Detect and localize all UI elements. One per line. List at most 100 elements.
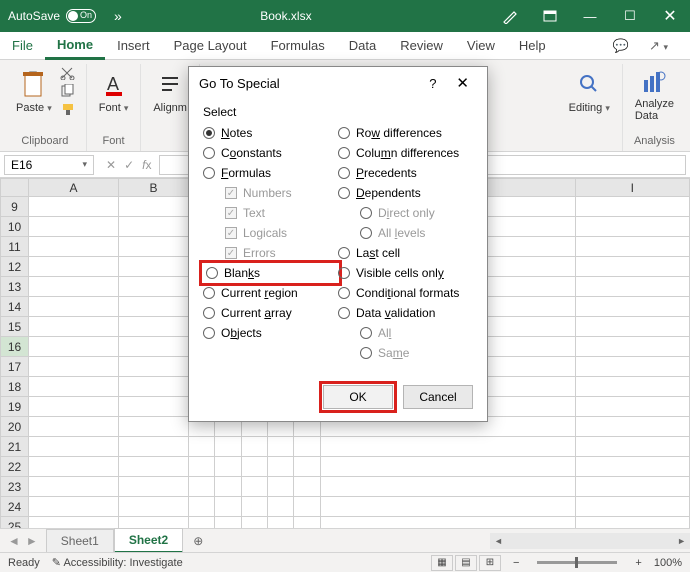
view-normal-icon[interactable]: ▦ <box>431 555 453 571</box>
radio-constants[interactable]: Coonstants <box>203 145 338 161</box>
radio-blanks[interactable]: Blanks <box>206 265 335 281</box>
radio-formulas[interactable]: Formulas <box>203 165 338 181</box>
row-header[interactable]: 22 <box>1 457 29 477</box>
cancel-button[interactable]: Cancel <box>403 385 473 409</box>
radio-dependents[interactable]: Dependents <box>338 185 473 201</box>
sheet-tab-1[interactable]: Sheet1 <box>46 529 114 552</box>
row-header[interactable]: 13 <box>1 277 29 297</box>
dialog-title: Go To Special <box>199 76 280 91</box>
check-numbers: ✓Numbers <box>203 185 338 201</box>
dialog-close-button[interactable]: ✕ <box>448 74 477 92</box>
row-header[interactable]: 16 <box>1 337 29 357</box>
row-header[interactable]: 21 <box>1 437 29 457</box>
select-all-corner[interactable] <box>1 179 29 197</box>
row-header[interactable]: 11 <box>1 237 29 257</box>
dialog-titlebar[interactable]: Go To Special ? ✕ <box>189 67 487 99</box>
horizontal-scrollbar[interactable] <box>490 533 690 549</box>
radio-all-levels: All levels <box>338 225 473 241</box>
analyze-data-button[interactable]: Analyze Data <box>631 66 678 126</box>
col-header[interactable]: I <box>575 179 689 197</box>
radio-row-differences[interactable]: Row differences <box>338 125 473 141</box>
sheet-tab-2[interactable]: Sheet2 <box>114 528 183 554</box>
tab-review[interactable]: Review <box>388 32 455 60</box>
view-page-break-icon[interactable]: ⊞ <box>479 555 501 571</box>
tab-page-layout[interactable]: Page Layout <box>162 32 259 60</box>
radio-visible-cells-only[interactable]: Visible cells only <box>338 265 473 281</box>
insert-function-icon[interactable]: fx <box>142 158 151 172</box>
radio-column-differences[interactable]: Column differences <box>338 145 473 161</box>
tab-home[interactable]: Home <box>45 32 105 60</box>
chevron-down-icon[interactable]: ▾ <box>82 159 87 170</box>
check-text: ✓Text <box>203 205 338 221</box>
radio-current-array[interactable]: Current array <box>203 305 338 321</box>
check-logicals: ✓Logicals <box>203 225 338 241</box>
zoom-level[interactable]: 100% <box>654 557 682 569</box>
editing-menu-button[interactable]: Editing ▾ <box>565 66 614 118</box>
row-header[interactable]: 15 <box>1 317 29 337</box>
ok-button[interactable]: OK <box>323 385 393 409</box>
row-header[interactable]: 14 <box>1 297 29 317</box>
row-header[interactable]: 20 <box>1 417 29 437</box>
tab-data[interactable]: Data <box>337 32 388 60</box>
col-header[interactable]: B <box>119 179 189 197</box>
tab-formulas[interactable]: Formulas <box>259 32 337 60</box>
zoom-in-button[interactable]: + <box>635 557 641 569</box>
radio-data-validation[interactable]: Data validation <box>338 305 473 321</box>
comments-icon[interactable]: 💬 <box>603 38 639 54</box>
radio-last-cell[interactable]: Last cell <box>338 245 473 261</box>
radio-notes[interactable]: Notes <box>203 125 338 141</box>
zoom-slider[interactable] <box>537 561 617 564</box>
radio-current-region[interactable]: Current region <box>203 285 338 301</box>
col-header[interactable]: A <box>29 179 119 197</box>
row-header[interactable]: 17 <box>1 357 29 377</box>
format-painter-icon[interactable] <box>60 102 78 118</box>
row-header[interactable]: 10 <box>1 217 29 237</box>
sheet-nav-next-icon[interactable]: ► <box>26 534 38 548</box>
paste-button[interactable]: Paste ▾ <box>12 66 56 118</box>
tab-insert[interactable]: Insert <box>105 32 162 60</box>
minimize-button[interactable]: — <box>570 0 610 32</box>
radio-objects[interactable]: Objects <box>203 325 338 341</box>
row-header[interactable]: 12 <box>1 257 29 277</box>
radio-direct-only: Direct only <box>338 205 473 221</box>
quick-access-more-icon[interactable]: » <box>104 8 132 24</box>
alignment-menu-button[interactable]: Alignm <box>149 66 191 118</box>
row-header[interactable]: 19 <box>1 397 29 417</box>
view-page-layout-icon[interactable]: ▤ <box>455 555 477 571</box>
row-header[interactable]: 24 <box>1 497 29 517</box>
copy-icon[interactable] <box>60 84 78 100</box>
row-header[interactable]: 25 <box>1 517 29 529</box>
group-label: Analysis <box>634 133 675 149</box>
name-box[interactable]: E16▾ <box>4 155 94 175</box>
enter-formula-icon[interactable]: ✓ <box>124 158 134 172</box>
cancel-formula-icon[interactable]: ✕ <box>106 158 116 172</box>
zoom-out-button[interactable]: − <box>513 557 519 569</box>
row-header[interactable]: 9 <box>1 197 29 217</box>
pen-icon[interactable] <box>490 0 530 32</box>
paste-icon <box>21 70 47 100</box>
font-menu-button[interactable]: A Font ▾ <box>95 66 133 118</box>
tab-file[interactable]: File <box>0 32 45 60</box>
radio-conditional-formats[interactable]: Conditional formats <box>338 285 473 301</box>
group-editing: Editing ▾ <box>557 64 623 151</box>
group-label: Clipboard <box>21 133 68 149</box>
group-font: A Font ▾ Font <box>87 64 142 151</box>
add-sheet-button[interactable]: ⊕ <box>183 534 213 548</box>
autosave-toggle[interactable]: On <box>66 9 96 23</box>
ribbon-display-icon[interactable] <box>530 0 570 32</box>
autosave-toggle-group[interactable]: AutoSave On <box>0 9 104 23</box>
cut-icon[interactable] <box>60 66 78 82</box>
go-to-special-dialog: Go To Special ? ✕ Select Notes Coonstant… <box>188 66 488 422</box>
font-icon: A <box>102 70 126 100</box>
row-header[interactable]: 18 <box>1 377 29 397</box>
dialog-help-button[interactable]: ? <box>417 76 448 91</box>
tab-view[interactable]: View <box>455 32 507 60</box>
close-button[interactable]: ✕ <box>650 0 690 32</box>
tab-help[interactable]: Help <box>507 32 558 60</box>
accessibility-status[interactable]: ✎ Accessibility: Investigate <box>52 556 183 569</box>
radio-precedents[interactable]: Precedents <box>338 165 473 181</box>
share-icon[interactable]: ↗ ▾ <box>639 38 678 54</box>
maximize-button[interactable]: ☐ <box>610 0 650 32</box>
sheet-nav-prev-icon[interactable]: ◄ <box>8 534 20 548</box>
row-header[interactable]: 23 <box>1 477 29 497</box>
